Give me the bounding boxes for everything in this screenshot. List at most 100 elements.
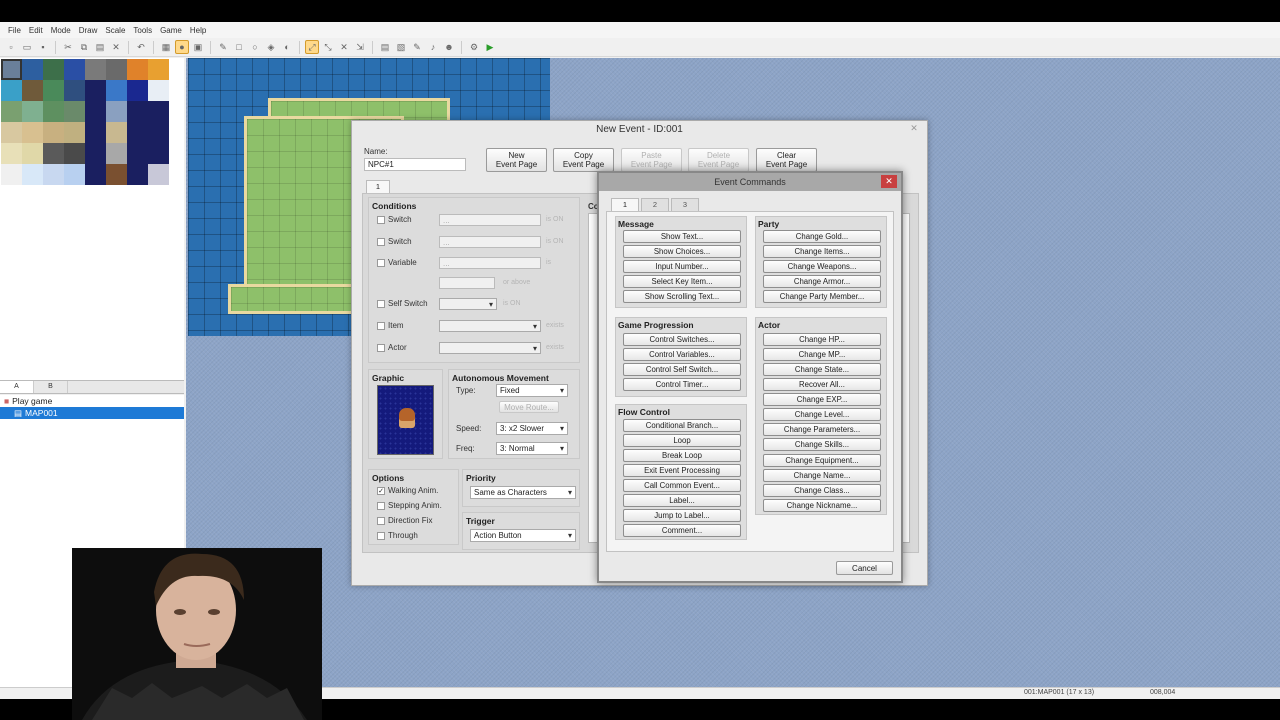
tileset-tile[interactable] xyxy=(148,59,169,80)
pencil-icon[interactable]: ✎ xyxy=(216,40,230,54)
zoom-actual-icon[interactable]: ✕ xyxy=(337,40,351,54)
change-gold-button[interactable]: Change Gold... xyxy=(763,230,881,243)
ellipse-icon[interactable]: ○ xyxy=(248,40,262,54)
tileset-tile[interactable] xyxy=(43,164,64,185)
tileset-tile[interactable] xyxy=(106,59,127,80)
input-number-button[interactable]: Input Number... xyxy=(623,260,741,273)
save-project-icon[interactable]: ▪ xyxy=(36,40,50,54)
tileset-tile[interactable] xyxy=(1,143,22,164)
tileset-tile[interactable] xyxy=(43,101,64,122)
tileset-tile[interactable] xyxy=(106,143,127,164)
jump-to-label-button[interactable]: Jump to Label... xyxy=(623,509,741,522)
menu-mode[interactable]: Mode xyxy=(47,26,75,35)
change-items-button[interactable]: Change Items... xyxy=(763,245,881,258)
tileset-tile[interactable] xyxy=(85,143,106,164)
tileset-tile[interactable] xyxy=(85,101,106,122)
move-route-button[interactable]: Move Route... xyxy=(499,401,559,413)
new-project-icon[interactable]: ▫ xyxy=(4,40,18,54)
event-commands-close-button[interactable]: ✕ xyxy=(881,175,897,188)
event-page-tab-1[interactable]: 1 xyxy=(366,180,390,193)
menu-file[interactable]: File xyxy=(4,26,25,35)
tileset-tile[interactable] xyxy=(127,143,148,164)
change-state-button[interactable]: Change State... xyxy=(763,363,881,376)
tileset-tile[interactable] xyxy=(43,80,64,101)
control-self-switch-button[interactable]: Control Self Switch... xyxy=(623,363,741,376)
exit-event-processing-button[interactable]: Exit Event Processing xyxy=(623,464,741,477)
script-editor-icon[interactable]: ✎ xyxy=(410,40,424,54)
change-exp-button[interactable]: Change EXP... xyxy=(763,393,881,406)
tileset-tile[interactable] xyxy=(64,122,85,143)
tileset-tile[interactable] xyxy=(127,59,148,80)
menu-help[interactable]: Help xyxy=(186,26,210,35)
region-mode-icon[interactable]: ▣ xyxy=(191,40,205,54)
event-mode-icon[interactable]: ● xyxy=(175,40,189,54)
tileset-tile[interactable] xyxy=(106,101,127,122)
self-switch-checkbox[interactable] xyxy=(377,300,385,308)
tileset-tile[interactable] xyxy=(148,101,169,122)
conditional-branch-button[interactable]: Conditional Branch... xyxy=(623,419,741,432)
movement-freq-select[interactable]: 3: Normal xyxy=(496,442,568,455)
menu-scale[interactable]: Scale xyxy=(101,26,129,35)
zoom-in-icon[interactable]: ⤢ xyxy=(305,40,319,54)
switch1-select[interactable]: ... xyxy=(439,214,541,226)
fill-icon[interactable]: ◈ xyxy=(264,40,278,54)
commands-tab-2[interactable]: 2 xyxy=(641,198,669,211)
tileset-tile[interactable] xyxy=(1,80,22,101)
change-equipment-button[interactable]: Change Equipment... xyxy=(763,454,881,467)
tileset-tile[interactable] xyxy=(22,164,43,185)
tileset-tile[interactable] xyxy=(64,80,85,101)
change-parameters-button[interactable]: Change Parameters... xyxy=(763,423,881,436)
paste-event-page-button[interactable]: Paste Event Page xyxy=(621,148,682,172)
tileset-tile[interactable] xyxy=(106,164,127,185)
zoom-out-icon[interactable]: ⤡ xyxy=(321,40,335,54)
tileset-tile[interactable] xyxy=(64,164,85,185)
show-scrolling-text-button[interactable]: Show Scrolling Text... xyxy=(623,290,741,303)
change-mp-button[interactable]: Change MP... xyxy=(763,348,881,361)
tileset-tile[interactable] xyxy=(127,164,148,185)
call-common-event-button[interactable]: Call Common Event... xyxy=(623,479,741,492)
priority-select[interactable]: Same as Characters xyxy=(470,486,576,499)
select-key-item-button[interactable]: Select Key Item... xyxy=(623,275,741,288)
event-dialog-close-button[interactable]: ✕ xyxy=(907,123,921,134)
resource-manager-icon[interactable]: ▧ xyxy=(394,40,408,54)
actor-checkbox[interactable] xyxy=(377,344,385,352)
delete-icon[interactable]: ✕ xyxy=(109,40,123,54)
tileset-tile[interactable] xyxy=(85,122,106,143)
copy-icon[interactable]: ⧉ xyxy=(77,40,91,54)
shadow-pen-icon[interactable]: ◐ xyxy=(280,40,294,54)
change-party-member-button[interactable]: Change Party Member... xyxy=(763,290,881,303)
tileset-tile[interactable] xyxy=(1,101,22,122)
change-armor-button[interactable]: Change Armor... xyxy=(763,275,881,288)
tileset-tile[interactable] xyxy=(1,122,22,143)
change-weapons-button[interactable]: Change Weapons... xyxy=(763,260,881,273)
tileset-tile[interactable] xyxy=(22,143,43,164)
tileset-tile[interactable] xyxy=(148,164,169,185)
delete-event-page-button[interactable]: Delete Event Page xyxy=(688,148,749,172)
tileset-tile[interactable] xyxy=(85,59,106,80)
database-icon[interactable]: ▤ xyxy=(378,40,392,54)
change-class-button[interactable]: Change Class... xyxy=(763,484,881,497)
change-level-button[interactable]: Change Level... xyxy=(763,408,881,421)
tileset-tile[interactable] xyxy=(85,80,106,101)
tileset-tile[interactable] xyxy=(43,59,64,80)
break-loop-button[interactable]: Break Loop xyxy=(623,449,741,462)
character-generator-icon[interactable]: ☻ xyxy=(442,40,456,54)
control-switches-button[interactable]: Control Switches... xyxy=(623,333,741,346)
open-project-icon[interactable]: ▭ xyxy=(20,40,34,54)
tab-a[interactable]: A xyxy=(0,381,34,393)
undo-icon[interactable]: ↶ xyxy=(134,40,148,54)
tileset-tile[interactable] xyxy=(43,122,64,143)
tree-map-item[interactable]: ▤ MAP001 xyxy=(0,407,184,419)
tileset-tile[interactable] xyxy=(106,80,127,101)
tileset-tile[interactable] xyxy=(85,164,106,185)
through-checkbox[interactable] xyxy=(377,532,385,540)
event-graphic-preview[interactable] xyxy=(377,385,434,455)
change-skills-button[interactable]: Change Skills... xyxy=(763,438,881,451)
variable-select[interactable]: ... xyxy=(439,257,541,269)
control-timer-button[interactable]: Control Timer... xyxy=(623,378,741,391)
item-select[interactable] xyxy=(439,320,541,333)
change-name-button[interactable]: Change Name... xyxy=(763,469,881,482)
tileset-tile[interactable] xyxy=(22,59,43,80)
menu-draw[interactable]: Draw xyxy=(75,26,102,35)
tileset-tile[interactable] xyxy=(22,101,43,122)
